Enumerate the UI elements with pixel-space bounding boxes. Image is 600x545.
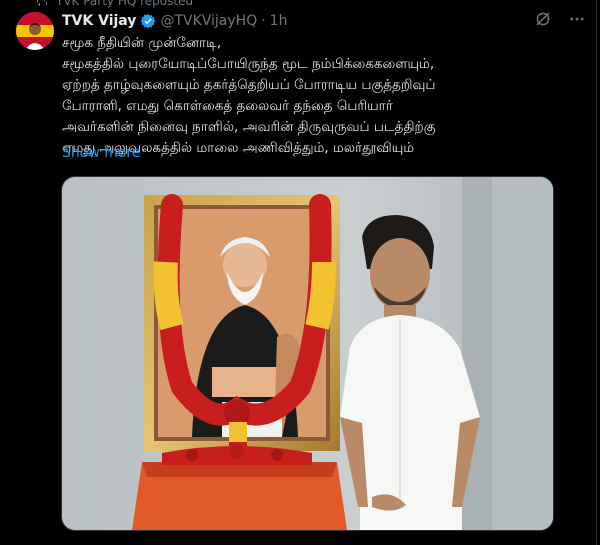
display-name[interactable]: TVK Vijay — [62, 13, 136, 29]
avatar[interactable] — [16, 12, 54, 50]
repost-icon — [37, 0, 47, 6]
tweet-text-line: போராளி, எமது கொள்கைத் தலைவர் தந்தை பெரிய… — [62, 98, 393, 114]
show-more-link[interactable]: Show more — [62, 145, 141, 161]
separator-dot: · — [261, 13, 266, 29]
user-handle[interactable]: @TVKVijayHQ — [160, 13, 257, 29]
timestamp[interactable]: 1h — [270, 13, 288, 29]
tweet-text-line: சமூக நீதியின் முன்னோடி, — [62, 35, 222, 51]
more-options-icon[interactable] — [568, 10, 586, 28]
tweet-text: சமூக நீதியின் முன்னோடி, சமூகத்தில் புரைய… — [62, 33, 582, 159]
photo-illustration — [62, 177, 553, 530]
grok-icon[interactable] — [534, 10, 552, 28]
column-divider — [596, 0, 597, 545]
tweet-photo[interactable] — [61, 176, 554, 531]
tweet-text-line: ஏற்றத் தாழ்வுகளையும் தகர்த்தெறியப் போராட… — [62, 77, 436, 93]
tweet-text-line: அவர்களின் நினைவு நாளில், அவரின் திருவுரு… — [62, 119, 436, 135]
repost-banner[interactable]: TVK Party HQ reposted — [36, 0, 193, 8]
repost-banner-text: TVK Party HQ reposted — [56, 0, 194, 8]
tweet-header: TVK Vijay @TVKVijayHQ · 1h — [62, 10, 590, 32]
verified-badge-icon — [141, 14, 156, 29]
tweet-text-line: சமூகத்தில் புரையோடிப்போயிருந்த மூட நம்பி… — [62, 56, 435, 72]
